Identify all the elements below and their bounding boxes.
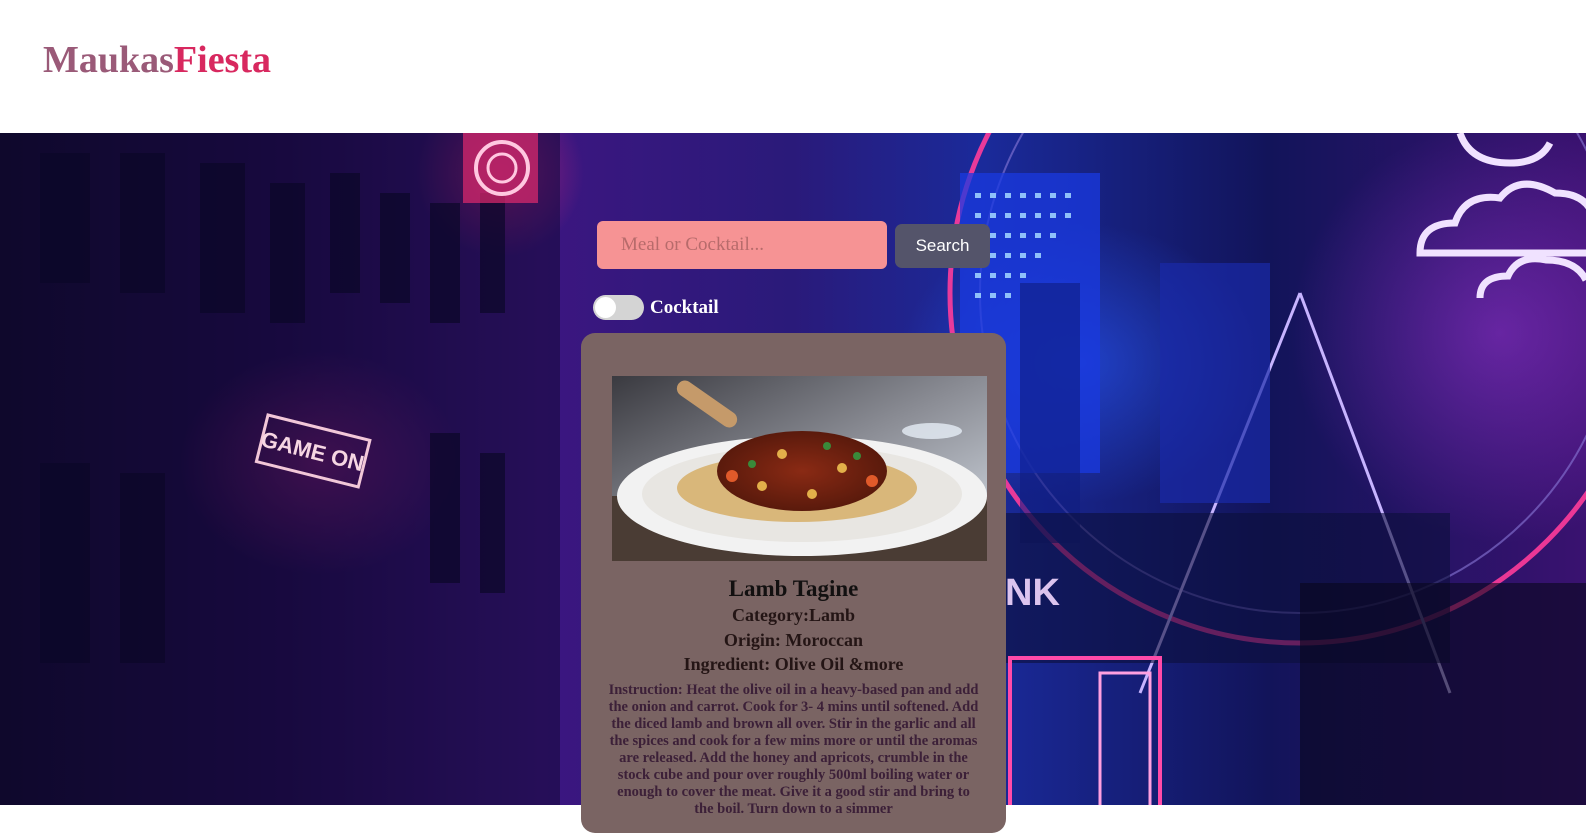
cocktail-toggle[interactable] [593,295,644,320]
logo-part-maukas: Maukas [43,39,174,81]
meal-origin: Origin: Moroccan [723,630,864,650]
neon-cloud-sign [1416,133,1586,299]
neon-storefront [1008,656,1162,805]
site-header: MaukasFiesta [0,0,1586,133]
meal-card: Lamb Tagine Category:Lamb Origin: Morocc… [581,333,1006,833]
meal-ingredient: Ingredient: Olive Oil &more [683,654,904,674]
meal-title: Lamb Tagine [728,576,859,601]
cocktail-toggle-label: Cocktail [650,297,719,318]
meal-category: Category:Lamb [732,605,855,625]
toggle-knob [595,297,616,318]
search-button[interactable]: Search [895,224,990,268]
neon-round-sign [463,133,538,203]
logo-part-fiesta: Fiesta [173,39,271,81]
right-shadow [1300,583,1586,805]
neon-nk-sign: NK [1005,572,1060,614]
meal-instruction: Instruction: Heat the olive oil in a hea… [608,682,979,817]
meal-image [612,376,987,561]
site-logo[interactable]: MaukasFiesta [43,38,271,82]
search-input[interactable] [597,221,887,269]
meal-photo [612,376,987,561]
